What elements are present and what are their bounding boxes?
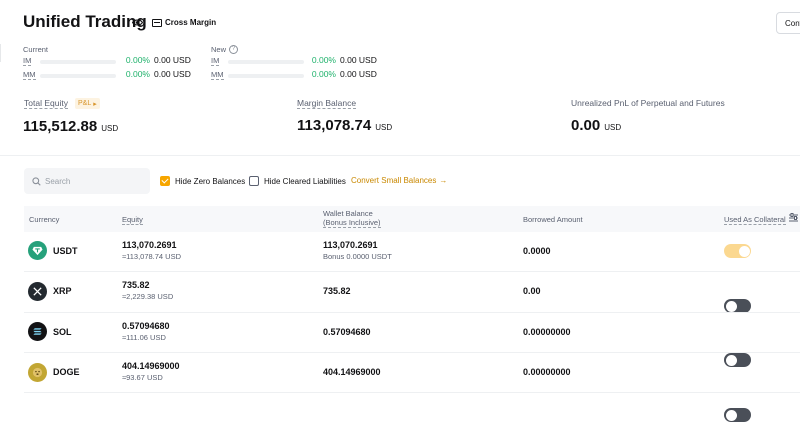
pnl-badge-label: P&L xyxy=(78,100,92,107)
section-divider xyxy=(0,155,800,156)
wallet-balance-header-line2[interactable]: (Bonus Inclusive) xyxy=(323,218,381,228)
equity-usd: ≈2,229.38 USD xyxy=(122,292,174,301)
new-mm-value: 0.00 USD xyxy=(340,69,377,79)
current-label: Current xyxy=(23,45,49,54)
hide-cleared-liabilities-checkbox[interactable] xyxy=(249,176,259,186)
new-mm-percent: 0.00% xyxy=(311,69,336,79)
wallet-balance-cell: 113,070.2691 Bonus 0.0000 USDT xyxy=(323,240,392,261)
equity-amount: 735.82 xyxy=(122,280,150,290)
unrealized-pnl-value: 0.00 USD xyxy=(571,117,621,134)
total-equity-unit: USD xyxy=(101,124,119,133)
borrowed-amount: 0.00000000 xyxy=(523,367,571,377)
used-as-collateral-header[interactable]: Used As Collateral xyxy=(724,215,786,225)
unrealized-pnl-label: Unrealized PnL of Perpetual and Futures xyxy=(571,98,725,108)
equity-amount: 404.14969000 xyxy=(122,361,180,371)
equity-header[interactable]: Equity xyxy=(122,215,143,225)
convert-small-balances-link[interactable]: Convert Small Balances → xyxy=(351,176,447,185)
borrowed-amount-header: Borrowed Amount xyxy=(523,215,583,224)
new-im-percent: 0.00% xyxy=(311,55,336,65)
convert-button[interactable]: Convert xyxy=(776,12,800,34)
current-im-label[interactable]: IM xyxy=(23,56,32,66)
total-equity-label[interactable]: Total Equity xyxy=(24,98,68,109)
current-im-percent: 0.00% xyxy=(125,55,150,65)
margin-balance-label[interactable]: Margin Balance xyxy=(297,98,357,109)
equity-usd: ≈93.67 USD xyxy=(122,373,163,382)
collateral-toggle[interactable] xyxy=(724,408,751,422)
currency-header: Currency xyxy=(29,215,60,224)
collateral-toggle[interactable] xyxy=(724,244,751,258)
sol-icon xyxy=(28,322,47,341)
equity-cell: 113,070.2691 ≈113,078.74 USD xyxy=(122,240,181,261)
new-im-value: 0.00 USD xyxy=(340,55,377,65)
borrowed-amount: 0.0000 xyxy=(523,246,551,256)
currency-symbol: DOGE xyxy=(53,367,80,377)
hide-zero-balances-checkbox[interactable] xyxy=(160,176,170,186)
hide-zero-balances-label: Hide Zero Balances xyxy=(175,176,246,186)
new-label: New xyxy=(211,45,227,54)
left-divider xyxy=(0,44,1,62)
new-mm-bar xyxy=(228,74,304,78)
wallet-balance-amount: 0.57094680 xyxy=(323,327,371,337)
arrow-right-icon: → xyxy=(439,176,448,185)
new-im-bar xyxy=(228,60,304,64)
total-equity-value: 115,512.88 USD xyxy=(23,118,118,135)
collateral-toggle[interactable] xyxy=(724,299,751,313)
margin-balance-unit: USD xyxy=(375,123,393,132)
equity-cell: 0.57094680 ≈111.06 USD xyxy=(122,321,170,342)
search-box[interactable] xyxy=(24,168,150,194)
borrowed-amount: 0.00000000 xyxy=(523,327,571,337)
caret-right-icon: ▸ xyxy=(93,100,97,108)
wallet-balance-amount: 735.82 xyxy=(323,286,351,296)
eye-icon[interactable] xyxy=(132,18,143,27)
row-divider xyxy=(24,392,800,393)
pnl-badge[interactable]: P&L ▸ xyxy=(75,98,100,109)
doge-icon xyxy=(28,363,47,382)
convert-small-balances-label: Convert Small Balances xyxy=(351,176,437,185)
settings-sliders-icon[interactable] xyxy=(788,213,799,223)
hide-zero-balances-toggle[interactable]: Hide Zero Balances xyxy=(160,176,245,186)
hide-cleared-liabilities-toggle[interactable]: Hide Cleared Liabilities xyxy=(249,176,346,186)
new-mm-label[interactable]: MM xyxy=(211,70,224,80)
equity-cell: 404.14969000 ≈93.67 USD xyxy=(122,361,180,382)
current-im-bar xyxy=(40,60,116,64)
equity-amount: 0.57094680 xyxy=(122,321,170,331)
margin-mode-icon xyxy=(152,18,162,27)
currency-symbol: XRP xyxy=(53,286,72,296)
currency-symbol: USDT xyxy=(53,246,78,256)
wallet-balance-header: Wallet Balance (Bonus Inclusive) xyxy=(323,209,381,228)
current-im-value: 0.00 USD xyxy=(154,55,191,65)
usdt-icon xyxy=(28,241,47,260)
wallet-balance-amount: 113,070.2691 xyxy=(323,240,378,250)
currency-symbol: SOL xyxy=(53,327,72,337)
borrowed-amount: 0.00 xyxy=(523,286,541,296)
equity-amount: 113,070.2691 xyxy=(122,240,177,250)
xrp-icon xyxy=(28,282,47,301)
current-mm-value: 0.00 USD xyxy=(154,69,191,79)
current-mm-percent: 0.00% xyxy=(125,69,150,79)
margin-mode-button[interactable]: Cross Margin xyxy=(152,15,216,30)
current-mm-label[interactable]: MM xyxy=(23,70,36,80)
search-icon xyxy=(32,176,41,186)
margin-mode-label: Cross Margin xyxy=(165,18,217,27)
page-title: Unified Trading xyxy=(23,12,147,31)
search-input[interactable] xyxy=(45,176,145,186)
equity-cell: 735.82 ≈2,229.38 USD xyxy=(122,280,173,301)
equity-usd: ≈111.06 USD xyxy=(122,333,166,342)
margin-balance-amount: 113,078.74 xyxy=(297,117,372,134)
current-mm-bar xyxy=(40,74,116,78)
unrealized-pnl-unit: USD xyxy=(604,123,622,132)
margin-balance-value: 113,078.74 USD xyxy=(297,117,392,134)
equity-usd: ≈113,078.74 USD xyxy=(122,252,182,261)
question-icon[interactable]: ? xyxy=(229,45,238,54)
wallet-balance-header-line1: Wallet Balance xyxy=(323,209,373,218)
bonus-amount: Bonus 0.0000 USDT xyxy=(323,252,392,261)
wallet-balance-amount: 404.14969000 xyxy=(323,367,381,377)
unrealized-pnl-amount: 0.00 xyxy=(571,117,601,134)
total-equity-amount: 115,512.88 xyxy=(23,118,98,135)
new-im-label[interactable]: IM xyxy=(211,56,220,66)
hide-cleared-liabilities-label: Hide Cleared Liabilities xyxy=(264,176,346,186)
